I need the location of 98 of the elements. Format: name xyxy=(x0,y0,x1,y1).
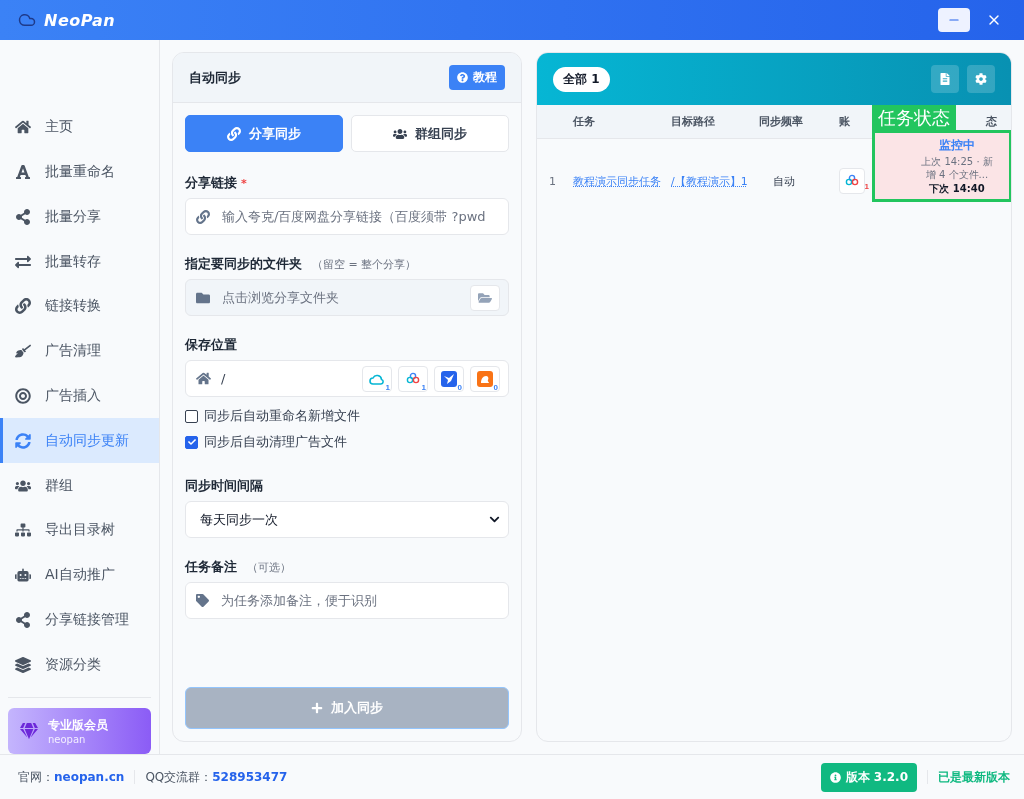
drive-button[interactable]: 1 xyxy=(362,365,392,392)
folder-field[interactable]: 点击浏览分享文件夹 xyxy=(185,279,509,316)
field-label: 分享链接 xyxy=(185,174,237,192)
sidebar-item[interactable]: 广告清理 xyxy=(0,328,159,374)
layers-icon xyxy=(15,656,31,673)
sidebar-item[interactable]: 批量重命名 xyxy=(0,149,159,195)
sidebar-item[interactable]: 导出目录树 xyxy=(0,507,159,553)
checkbox[interactable] xyxy=(185,435,198,449)
minimize-button[interactable] xyxy=(938,8,970,32)
checkbox[interactable] xyxy=(185,409,198,423)
question-icon xyxy=(457,72,468,83)
filter-chip[interactable]: 全部 1 xyxy=(553,66,610,92)
share-icon xyxy=(15,208,31,225)
note-input[interactable]: 为任务添加备注，便于识别 xyxy=(219,592,500,609)
sidebar-item[interactable]: 链接转换 xyxy=(0,284,159,329)
sidebar-item[interactable]: 群组 xyxy=(0,463,159,508)
note-field[interactable]: 为任务添加备注，便于识别 xyxy=(185,582,509,619)
column-header: 同步频率 xyxy=(759,114,803,129)
sync-icon xyxy=(15,432,31,449)
app-title: NeoPan xyxy=(44,10,116,30)
save-location-field[interactable]: / 1 1 0 0 xyxy=(185,360,509,397)
row-number: 1 xyxy=(548,174,557,188)
status-text: 监控中 xyxy=(939,136,975,154)
gem-icon xyxy=(20,721,38,740)
folder-open-icon xyxy=(478,290,492,305)
rings-icon xyxy=(405,371,421,386)
drive-button[interactable]: 0 xyxy=(434,365,464,392)
document-icon xyxy=(939,73,951,85)
sidebar-item[interactable]: 批量分享 xyxy=(0,194,159,240)
task-link[interactable]: 教程演示同步任务 xyxy=(573,173,671,189)
sidebar-item[interactable]: 广告插入 xyxy=(0,373,159,419)
bird-icon xyxy=(441,370,457,387)
tree-icon xyxy=(15,522,31,539)
update-status: 已是最新版本 xyxy=(938,768,1010,786)
frequency-cell-text: 自动 xyxy=(772,173,796,189)
field-hint: （留空 = 整个分享） xyxy=(312,256,417,272)
mode-tab[interactable]: 群组同步 xyxy=(351,115,509,152)
interval-select[interactable]: 每天同步一次 xyxy=(185,501,509,538)
column-header: 账 xyxy=(839,114,850,129)
sidebar-item[interactable]: 资源分类 xyxy=(0,642,159,687)
mode-tab[interactable]: 分享同步 xyxy=(185,115,343,152)
field-label: 同步时间间隔 xyxy=(185,477,263,495)
qq-label: QQ交流群： xyxy=(145,768,213,786)
last-run-text: 上次 14:25 · 新增 4 个文件... xyxy=(920,154,994,181)
home-icon xyxy=(15,119,31,136)
plus-icon xyxy=(311,702,323,714)
rings-icon xyxy=(844,174,860,188)
chevron-icon xyxy=(489,514,500,525)
sidebar-item[interactable]: 批量转存 xyxy=(0,239,159,285)
brush-icon xyxy=(15,343,31,360)
field-label: 任务备注 xyxy=(185,558,237,576)
site-label: 官网： xyxy=(18,768,54,786)
robot-icon xyxy=(15,567,31,584)
folder-input[interactable]: 点击浏览分享文件夹 xyxy=(220,289,460,306)
option-checkbox[interactable]: 同步后自动清理广告文件 xyxy=(185,429,509,455)
share-link-field[interactable]: 输入夸克/百度网盘分享链接（百度须带 ?pwd xyxy=(185,198,509,235)
member-subtitle: neopan xyxy=(48,733,87,745)
link-icon xyxy=(15,298,31,315)
info-icon xyxy=(829,771,841,783)
member-title: 专业版会员 xyxy=(48,716,108,734)
arrows-icon xyxy=(15,253,31,270)
sidebar-item[interactable]: AI自动推广 xyxy=(0,552,159,598)
share-icon xyxy=(15,611,31,628)
log-button[interactable] xyxy=(931,65,959,93)
check-icon xyxy=(187,438,196,446)
target-icon xyxy=(15,387,31,404)
link-icon xyxy=(196,209,210,224)
share-link-input[interactable]: 输入夸克/百度网盘分享链接（百度须带 ?pwd xyxy=(220,208,500,225)
column-header: 目标路径 xyxy=(671,114,715,129)
save-path: / xyxy=(221,371,227,386)
cloud-logo-icon xyxy=(18,11,36,29)
help-button[interactable]: 教程 xyxy=(449,65,505,90)
field-label: 保存位置 xyxy=(185,336,237,354)
settings-button[interactable] xyxy=(967,65,995,93)
site-link[interactable]: neopan.cn xyxy=(54,770,125,784)
settings-icon xyxy=(975,73,987,85)
path-link[interactable]: /【教程演示】1 xyxy=(671,173,759,189)
letter-icon xyxy=(15,164,31,181)
panel-title: 自动同步 xyxy=(189,68,241,87)
column-header: 态 xyxy=(986,114,998,129)
folder-icon xyxy=(196,290,210,305)
tag-icon xyxy=(196,594,209,607)
annotation-label: 任务状态 xyxy=(872,105,956,130)
drive-button[interactable]: 0 xyxy=(470,365,500,392)
home-icon xyxy=(196,371,211,386)
field-hint: （可选） xyxy=(247,559,291,575)
option-checkbox[interactable]: 同步后自动重命名新增文件 xyxy=(185,403,509,429)
sidebar-item[interactable]: 主页 xyxy=(0,105,159,150)
link-icon xyxy=(227,126,241,141)
browse-folder-button[interactable] xyxy=(470,284,500,311)
required-mark: * xyxy=(241,176,247,190)
sidebar-item[interactable]: 分享链接管理 xyxy=(0,597,159,643)
qq-link[interactable]: 528953477 xyxy=(212,770,288,784)
users-icon xyxy=(393,126,407,141)
column-header: 任务 xyxy=(573,114,595,129)
field-label: 指定要同步的文件夹 xyxy=(185,255,302,273)
next-run-text: 下次 14:40 xyxy=(929,181,985,196)
drive-button[interactable]: 1 xyxy=(398,365,428,392)
